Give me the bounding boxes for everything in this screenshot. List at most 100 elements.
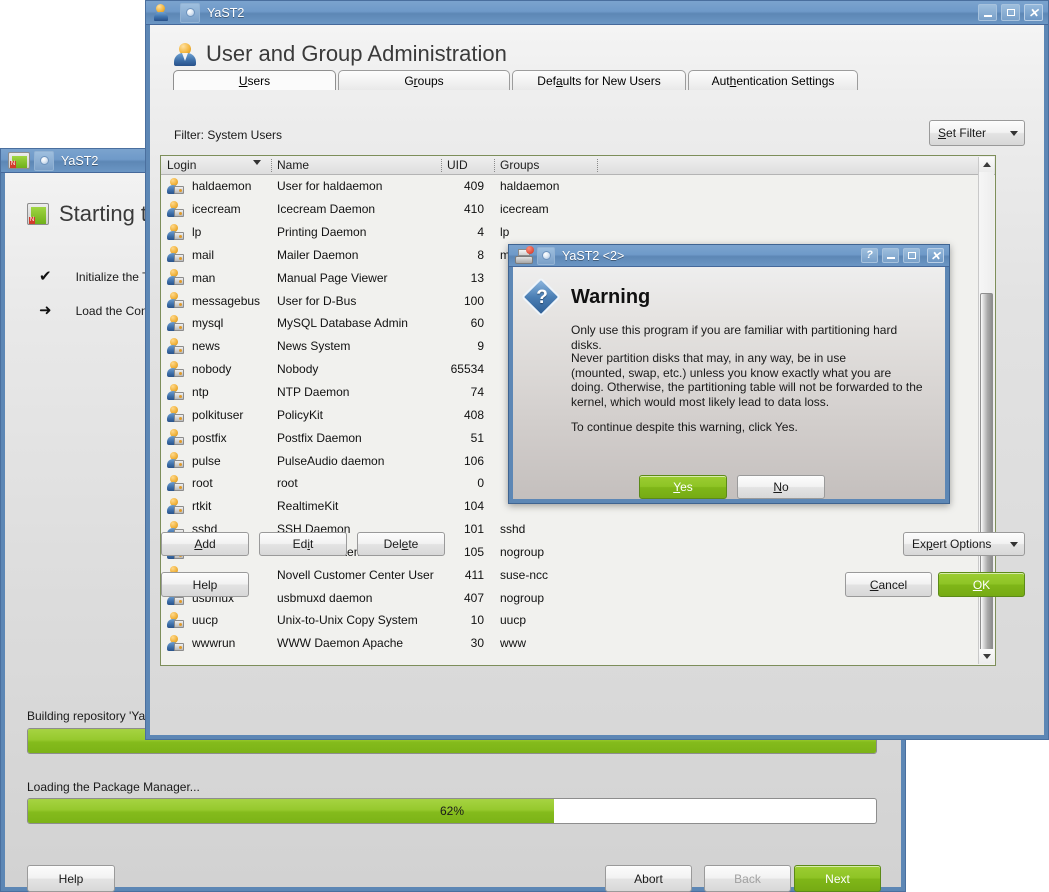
cell-uid: 65534 <box>450 362 484 377</box>
cell-groups: suse-ncc <box>500 567 549 582</box>
tab-defaults-for-new-users[interactable]: Defaults for New Users <box>512 70 686 90</box>
repo-status-label: Building repository 'Ya <box>27 709 146 723</box>
cell-login: wwwrun <box>192 636 236 651</box>
warning-heading: Warning <box>571 286 651 308</box>
column-header-uid[interactable]: UID <box>441 156 494 175</box>
cell-login: root <box>192 476 213 491</box>
tab-auth-label: Authentication Settings <box>711 73 835 88</box>
tab-bar: Users Groups Defaults for New Users Auth… <box>173 70 860 90</box>
user-icon <box>167 611 184 629</box>
step-done-icon: ✔ <box>39 268 52 285</box>
scrollbar-thumb[interactable] <box>980 293 993 651</box>
column-header-login[interactable]: Login <box>161 156 271 175</box>
table-row[interactable]: wwwrun WWW Daemon Apache 30 www <box>161 632 995 655</box>
user-icon <box>167 634 184 652</box>
user-icon <box>167 360 184 378</box>
cell-login: lp <box>192 225 202 240</box>
yes-button[interactable]: Yes <box>639 475 727 499</box>
warning-titlebar[interactable]: YaST2 <2> ? ✕ <box>509 245 949 267</box>
warning-dialog-title: YaST2 <2> <box>562 248 625 263</box>
add-button-label: Add <box>194 537 216 551</box>
cell-uid: 8 <box>477 247 484 262</box>
cell-login: news <box>192 339 221 354</box>
column-header-groups[interactable]: Groups <box>494 156 597 175</box>
column-header-name[interactable]: Name <box>271 156 441 175</box>
cell-groups: nogroup <box>500 544 545 559</box>
close-button[interactable]: ✕ <box>927 248 944 263</box>
expert-options-button[interactable]: Expert Options <box>903 532 1025 556</box>
no-button[interactable]: No <box>737 475 825 499</box>
cell-uid: 51 <box>470 430 484 445</box>
installer-help-button[interactable]: Help <box>27 865 115 892</box>
installer-heading-icon: N <box>27 203 49 225</box>
back-button[interactable]: Back <box>704 865 791 892</box>
user-icon <box>167 497 184 515</box>
help-button[interactable]: ? <box>861 248 878 263</box>
cell-name: PulseAudio daemon <box>277 453 385 468</box>
column-header-extra[interactable] <box>597 156 995 175</box>
delete-button[interactable]: Delete <box>357 532 445 556</box>
user-icon <box>167 452 184 469</box>
ok-button-label: OK <box>972 577 991 592</box>
cancel-button-label: Cancel <box>869 577 908 592</box>
user-icon <box>167 177 184 195</box>
cell-name: User for haldaemon <box>277 179 383 194</box>
warning-dialog-body: ? Warning Only use this program if you a… <box>513 267 945 499</box>
cell-uid: 4 <box>477 225 484 240</box>
cell-uid: 100 <box>463 293 484 308</box>
user-icon <box>154 4 176 21</box>
abort-button-label: Abort <box>634 871 663 886</box>
main-titlebar-buttons: ✕ <box>978 4 1045 21</box>
tab-users-label: Users <box>238 73 271 88</box>
table-row[interactable]: haldaemon User for haldaemon 409 haldaemon <box>161 175 995 198</box>
tab-defaults-label: Defaults for New Users <box>537 73 661 88</box>
cell-login: mail <box>192 247 215 262</box>
cell-login: haldaemon <box>192 179 252 194</box>
minimize-button[interactable] <box>882 248 899 263</box>
close-button[interactable]: ✕ <box>1024 4 1043 21</box>
cell-name: Printing Daemon <box>277 225 367 240</box>
user-icon <box>174 42 196 66</box>
add-button[interactable]: Add <box>161 532 249 556</box>
cell-groups: uucp <box>500 613 527 628</box>
cell-name: usbmuxd daemon <box>277 590 373 605</box>
main-titlebar-left <box>149 2 200 23</box>
minimize-button[interactable] <box>978 4 997 21</box>
cell-login: polkituser <box>192 407 244 422</box>
step-label: Initialize the Ta <box>75 269 155 284</box>
window-menu-icon[interactable] <box>34 150 54 171</box>
next-button[interactable]: Next <box>794 865 881 892</box>
maximize-button[interactable] <box>903 248 920 263</box>
table-row[interactable]: icecream Icecream Daemon 410 icecream <box>161 198 995 221</box>
maximize-button[interactable] <box>1001 4 1020 21</box>
cell-login: messagebus <box>192 293 261 308</box>
column-header-groups-label: Groups <box>500 158 540 172</box>
expert-options-label: Expert Options <box>912 537 992 551</box>
installer-step-1: ➜ Load the Confi <box>39 303 154 318</box>
main-help-button[interactable]: Help <box>161 572 249 597</box>
set-filter-label: Set Filter <box>938 126 987 140</box>
user-icon <box>167 337 184 355</box>
cell-name: Icecream Daemon <box>277 202 376 217</box>
screen: N YaST2 N Starting th ✔ Initialize the T… <box>0 0 1049 892</box>
scroll-down-button[interactable] <box>979 649 994 664</box>
next-button-label: Next <box>825 871 850 886</box>
tab-authentication-settings[interactable]: Authentication Settings <box>688 70 858 90</box>
table-row[interactable]: lp Printing Daemon 4 lp <box>161 221 995 244</box>
main-window-title: YaST2 <box>207 5 245 20</box>
window-menu-icon[interactable] <box>537 246 555 265</box>
main-titlebar[interactable]: YaST2 ✕ <box>146 1 1048 25</box>
tab-users[interactable]: Users <box>173 70 336 90</box>
window-menu-icon[interactable] <box>180 2 200 23</box>
edit-button[interactable]: Edit <box>259 532 347 556</box>
cell-login: ntp <box>192 385 209 400</box>
scroll-up-button[interactable] <box>979 157 994 172</box>
cell-name: Nobody <box>277 362 319 377</box>
tab-groups[interactable]: Groups <box>338 70 510 90</box>
ok-button[interactable]: OK <box>938 572 1025 597</box>
abort-button[interactable]: Abort <box>605 865 692 892</box>
set-filter-button[interactable]: Set Filter <box>929 120 1025 146</box>
table-row[interactable]: uucp Unix-to-Unix Copy System 10 uucp <box>161 609 995 632</box>
cell-groups: haldaemon <box>500 179 560 194</box>
cancel-button[interactable]: Cancel <box>845 572 932 597</box>
